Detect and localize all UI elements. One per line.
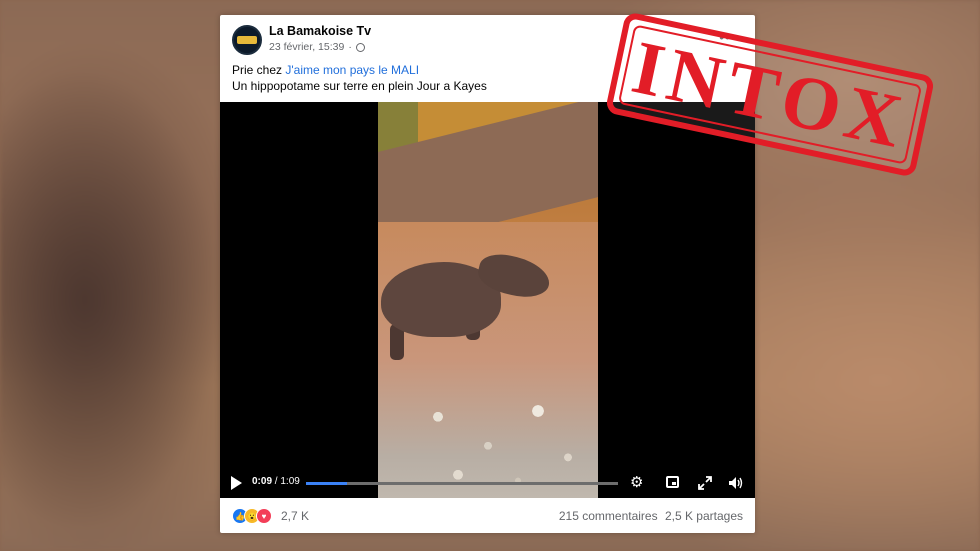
globe-icon [355, 42, 365, 52]
video-controls: 0:09 / 1:09 ⚙ [220, 468, 755, 498]
intro-text: Prie chez [232, 63, 283, 77]
shares-count[interactable]: 2,5 K partages [665, 509, 743, 523]
post-text-line1: Prie chez J'aime mon pays le MALI [232, 63, 419, 77]
volume-icon[interactable] [728, 476, 744, 490]
post-date[interactable]: 23 février, 15:39 [269, 41, 344, 53]
duration: 1:09 [280, 476, 300, 487]
page-name[interactable]: La Bamakoise Tv [269, 24, 371, 38]
love-icon: ♥ [256, 508, 272, 524]
fullscreen-icon[interactable] [698, 476, 712, 490]
progress-fill [306, 482, 347, 485]
gear-icon[interactable]: ⚙ [630, 475, 646, 491]
linked-page-link[interactable]: J'aime mon pays le MALI [285, 63, 419, 77]
video-player[interactable]: 0:09 / 1:09 ⚙ [220, 102, 755, 498]
comments-count[interactable]: 215 commentaires [559, 509, 658, 523]
post-stats: 215 commentaires 2,5 K partages [555, 509, 743, 523]
reaction-icons[interactable]: 👍 😮 ♥ [232, 508, 272, 524]
post-caption: Un hippopotame sur terre en plein Jour a… [232, 79, 487, 93]
play-icon[interactable] [231, 476, 242, 490]
picture-in-picture-icon[interactable] [666, 476, 679, 488]
post-meta: 23 février, 15:39 · [269, 41, 365, 53]
video-frame [378, 102, 598, 498]
time-display: 0:09 / 1:09 [252, 476, 300, 487]
avatar-logo [237, 36, 257, 44]
progress-bar[interactable] [306, 482, 618, 485]
post-footer: 👍 😮 ♥ 2,7 K 215 commentaires 2,5 K parta… [220, 498, 755, 533]
page-avatar[interactable] [232, 25, 262, 55]
reaction-count[interactable]: 2,7 K [281, 509, 309, 523]
current-time: 0:09 [252, 476, 273, 487]
